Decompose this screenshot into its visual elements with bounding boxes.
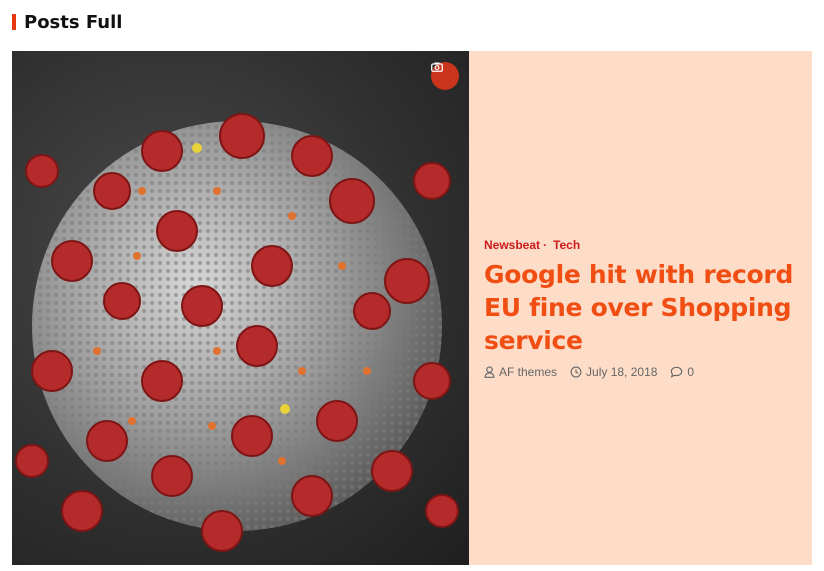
post-comments[interactable]: 0 (670, 365, 694, 379)
post-card: Newsbeat · Tech Google hit with record E… (12, 51, 812, 565)
post-author-name: AF themes (499, 364, 558, 379)
camera-icon (431, 62, 443, 72)
post-content: Newsbeat · Tech Google hit with record E… (469, 51, 812, 565)
category-tech[interactable]: Tech (553, 238, 580, 252)
category-separator: · (543, 237, 548, 252)
virus-illustration (15, 113, 459, 552)
user-icon (484, 365, 495, 378)
section-accent-bar (12, 14, 16, 30)
post-image[interactable] (12, 51, 469, 565)
post-date: July 18, 2018 (570, 365, 657, 379)
camera-badge[interactable] (431, 62, 459, 90)
comment-icon (671, 366, 683, 378)
section-header: Posts Full (12, 10, 122, 34)
post-categories: Newsbeat · Tech (484, 238, 798, 252)
post-author[interactable]: AF themes (484, 365, 557, 379)
category-newsbeat[interactable]: Newsbeat (484, 238, 540, 252)
clock-icon (570, 366, 582, 377)
section-title: Posts Full (24, 11, 123, 33)
post-date-text: July 18, 2018 (586, 364, 658, 379)
post-comment-count: 0 (687, 364, 695, 379)
post-meta: AF themes July 18, 2018 0 (484, 365, 798, 379)
post-title[interactable]: Google hit with record EU fine over Shop… (484, 258, 798, 357)
